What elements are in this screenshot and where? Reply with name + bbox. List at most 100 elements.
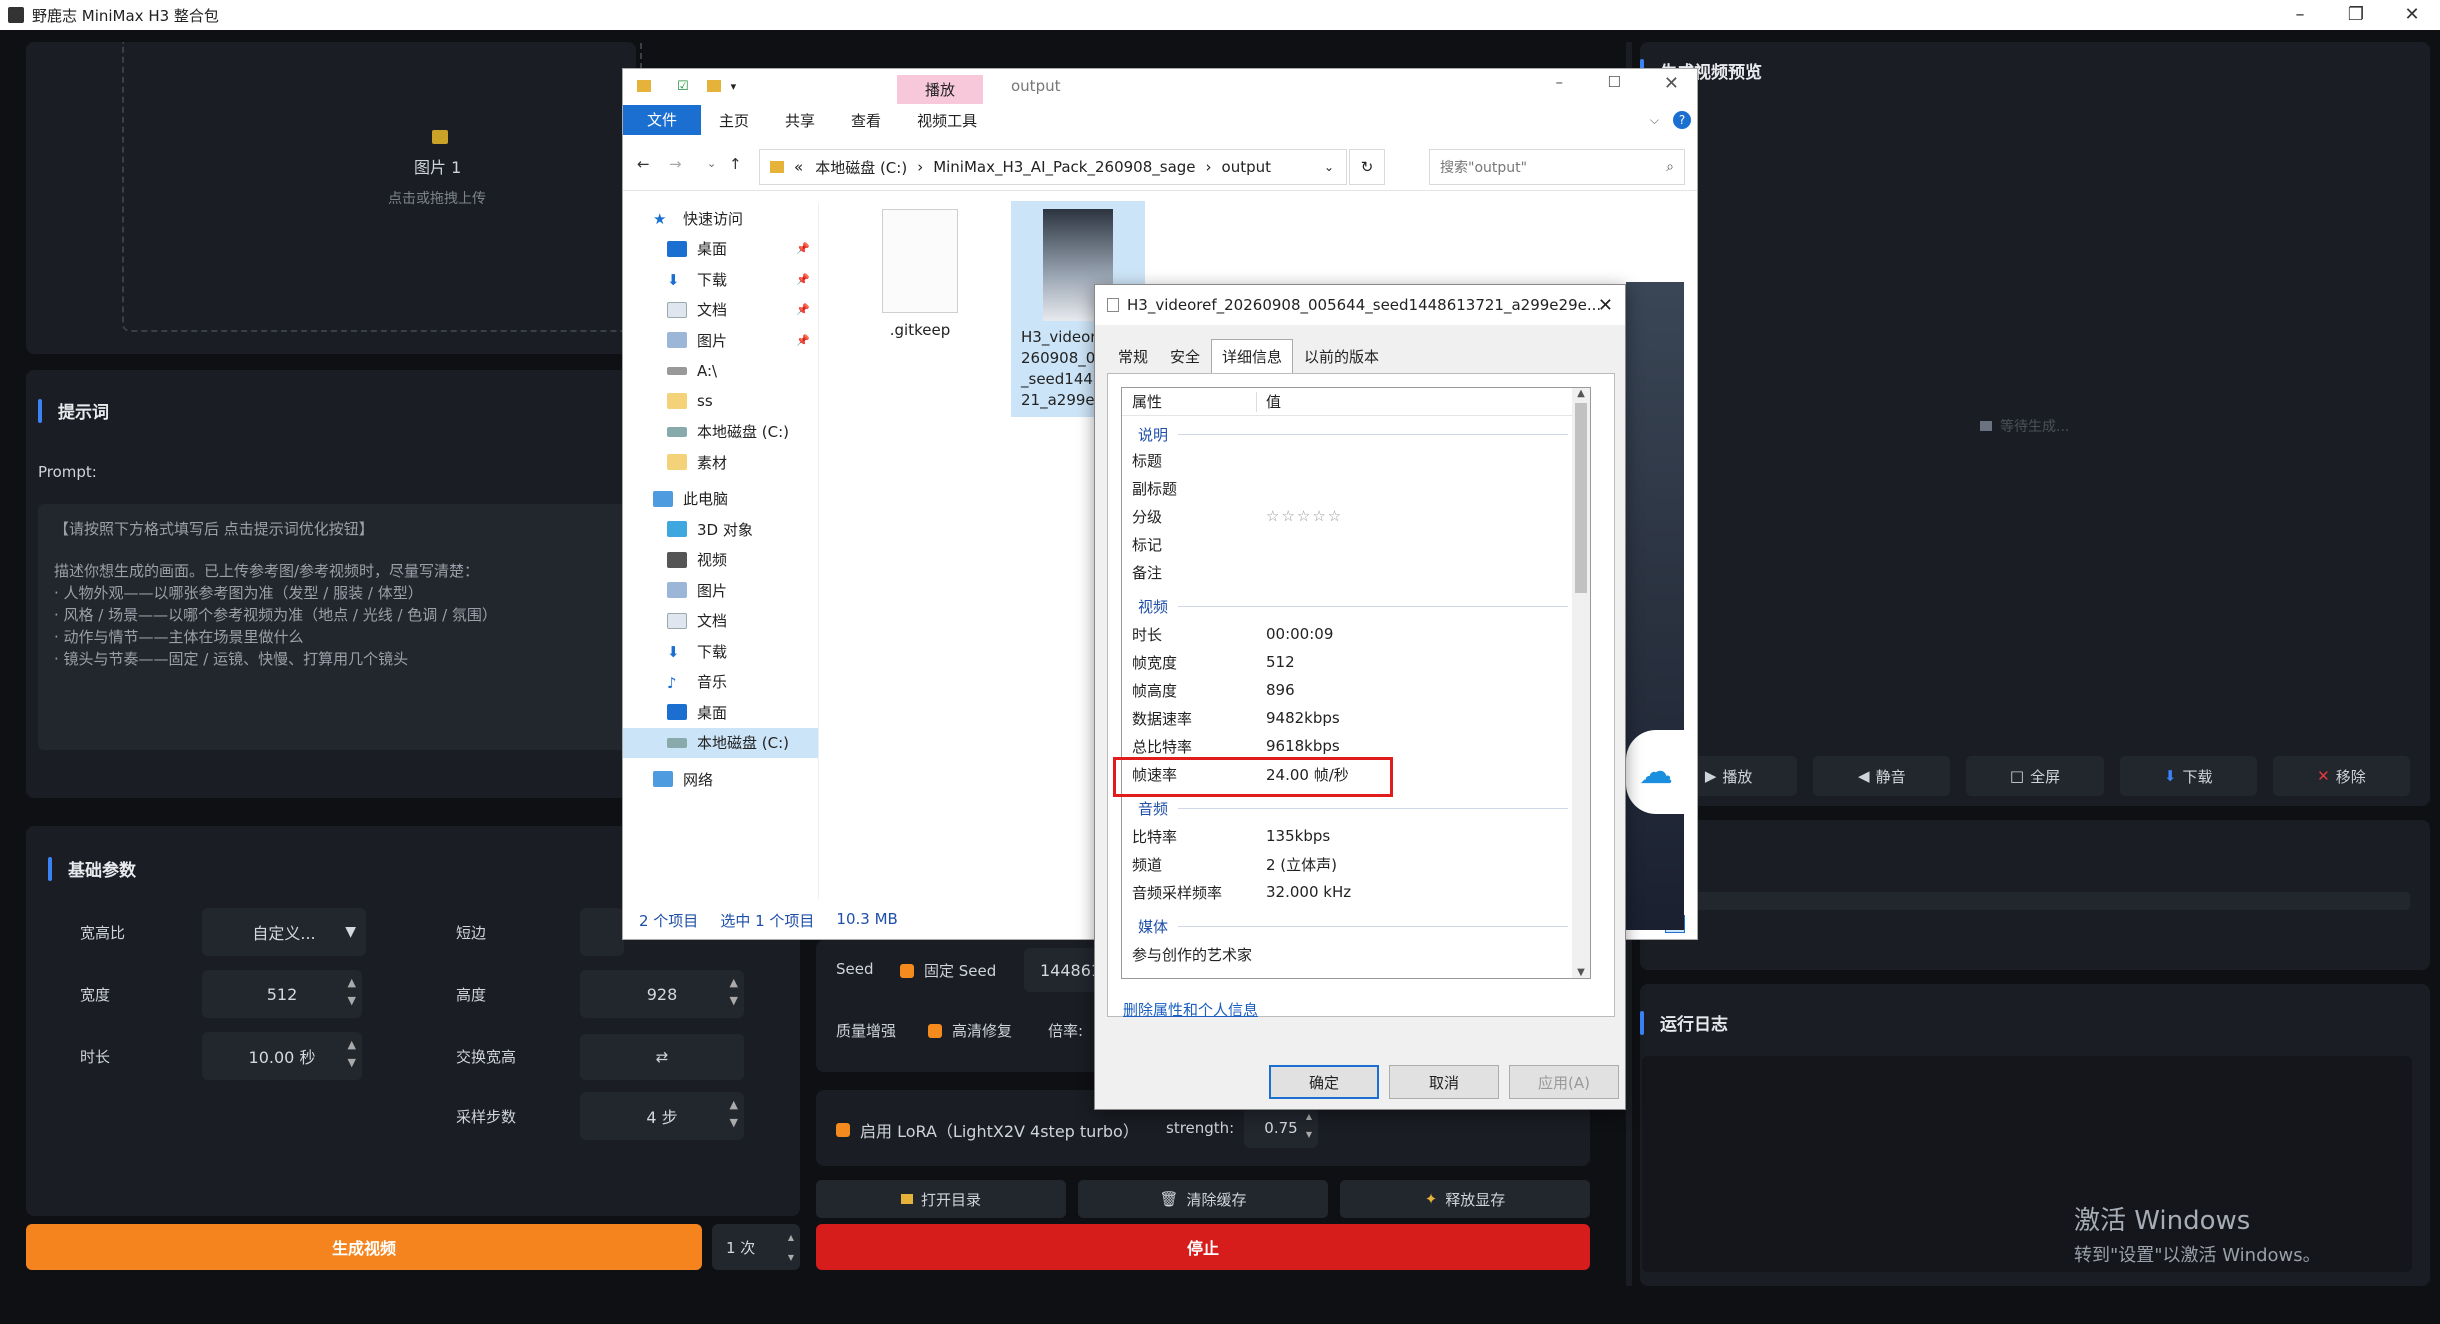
close-button[interactable]: ✕ — [2384, 0, 2440, 30]
upload-dropzone[interactable]: 图片 1 点击或拖拽上传 — [122, 42, 642, 332]
generate-video-button[interactable]: 生成视频 — [26, 1224, 702, 1270]
address-bar[interactable]: « 本地磁盘 (C:) › MiniMax_H3_AI_Pack_260908_s… — [759, 149, 1347, 185]
chevron-down-icon[interactable]: ⌄ — [1324, 160, 1334, 174]
duration-stepper[interactable]: ▲ ▼ — [348, 1036, 356, 1072]
steps-stepper[interactable]: ▲ ▼ — [730, 1096, 738, 1132]
nav-item[interactable]: 本地磁盘 (C:) — [623, 727, 818, 758]
recent-dropdown-icon[interactable]: ⌄ — [707, 157, 716, 170]
nav-item[interactable]: 视频 — [623, 545, 818, 576]
ribbon-tab-view[interactable]: 查看 — [833, 110, 899, 131]
duration-input[interactable]: 10.00 秒 ▲ ▼ — [202, 1032, 362, 1080]
seed-input[interactable]: 144861 — [1024, 948, 1101, 992]
properties-icon[interactable]: ☑ — [677, 79, 689, 94]
checkbox-checked-icon — [928, 1023, 942, 1038]
maximize-button[interactable]: ❐ — [2328, 0, 2384, 30]
breadcrumb-item[interactable]: MiniMax_H3_AI_Pack_260908_sage — [933, 158, 1195, 176]
nav-item[interactable]: 本地磁盘 (C:) — [623, 417, 818, 448]
minimize-button[interactable]: – — [1556, 73, 1564, 91]
nav-item[interactable]: ♪ 音乐 — [623, 667, 818, 698]
lora-checkbox[interactable]: 启用 LoRA（LightX2V 4step turbo） — [836, 1118, 1139, 1142]
close-button[interactable]: ✕ — [1664, 73, 1679, 94]
tab-details[interactable]: 详细信息 — [1211, 339, 1294, 374]
nav-item[interactable]: 桌面 📌 — [623, 234, 818, 265]
generate-count-input[interactable]: 1 次 ▲ ▼ — [712, 1224, 800, 1270]
nav-item[interactable]: 文档 📌 — [623, 295, 818, 326]
new-folder-icon[interactable] — [706, 80, 721, 92]
qat-play-tab[interactable]: 播放 — [897, 75, 984, 104]
strength-input[interactable]: 0.75 ▲ ▼ — [1244, 1108, 1318, 1148]
short-side-label: 短边 — [456, 924, 487, 942]
nav-quick-access[interactable]: ★ 快速访问 — [623, 203, 818, 234]
width-stepper[interactable]: ▲ ▼ — [348, 974, 356, 1010]
steps-input[interactable]: 4 步 ▲ ▼ — [580, 1092, 744, 1140]
fullscreen-button[interactable]: □ 全屏 — [1966, 756, 2104, 796]
tab-general[interactable]: 常规 — [1107, 339, 1159, 374]
search-input[interactable]: 搜索"output" ⌕ — [1429, 149, 1685, 185]
ok-button[interactable]: 确定 — [1269, 1065, 1379, 1099]
remove-properties-link[interactable]: 删除属性和个人信息 — [1123, 999, 1258, 1020]
pictures-icon — [667, 582, 687, 599]
forward-icon[interactable]: → — [669, 155, 682, 173]
document-icon — [667, 301, 687, 318]
swap-dimensions-button[interactable]: ⇄ — [580, 1034, 744, 1080]
video-icon — [667, 551, 687, 568]
group-video: 视频 — [1138, 596, 1568, 617]
minimize-button[interactable]: – — [2272, 0, 2328, 30]
download-button[interactable]: ⬇ 下载 — [2119, 756, 2257, 796]
nav-item[interactable]: 图片 📌 — [623, 325, 818, 356]
nav-item[interactable]: A:\ — [623, 356, 818, 387]
nav-item[interactable]: 素材 — [623, 447, 818, 478]
remove-button[interactable]: ✕ 移除 — [2272, 756, 2411, 796]
nav-item[interactable]: 图片 — [623, 575, 818, 606]
help-icon[interactable]: ? — [1673, 111, 1691, 129]
aspect-select[interactable]: 自定义... ▼ — [202, 908, 366, 956]
fixed-seed-checkbox[interactable]: 固定 Seed — [900, 960, 996, 981]
navigation-pane: ★ 快速访问 桌面 📌 ⬇ 下载 📌 文档 📌 图片 📌 A:\ ss 本地磁盘 (C:) … — [623, 203, 819, 899]
ribbon-tab-share[interactable]: 共享 — [767, 110, 833, 131]
nav-item[interactable]: 文档 — [623, 606, 818, 637]
up-icon[interactable]: ↑ — [729, 155, 742, 173]
rating-stars[interactable]: ☆☆☆☆☆ — [1266, 507, 1343, 525]
scrollbar-thumb[interactable] — [1575, 403, 1587, 593]
breadcrumb-item[interactable]: 本地磁盘 (C:) — [815, 157, 907, 178]
clear-cache-button[interactable]: 🗑 清除缓存 — [1078, 1180, 1328, 1218]
stop-button[interactable]: 停止 — [816, 1224, 1590, 1270]
file-item-gitkeep[interactable]: .gitkeep — [863, 209, 977, 339]
property-row: 音频采样频率 32.000 kHz — [1132, 883, 1352, 902]
breadcrumb-item[interactable]: output — [1222, 158, 1271, 176]
mute-button[interactable]: ◀ 静音 — [1813, 756, 1951, 796]
height-input[interactable]: 928 ▲ ▼ — [580, 970, 744, 1018]
nav-item[interactable]: 3D 对象 — [623, 514, 818, 545]
ribbon-tab-home[interactable]: 主页 — [701, 110, 767, 131]
height-stepper[interactable]: ▲ ▼ — [730, 974, 738, 1010]
tab-previous-versions[interactable]: 以前的版本 — [1293, 339, 1390, 374]
nav-item[interactable]: ⬇ 下载 📌 — [623, 264, 818, 295]
property-list[interactable]: 属性 值 说明 标题 副标题 分级 ☆☆☆☆☆ 标记 备注 视频 时长 00:00:… — [1121, 387, 1591, 979]
property-row: 帧宽度 512 — [1132, 653, 1295, 672]
free-vram-button[interactable]: ✦ 释放显存 — [1340, 1180, 1590, 1218]
ribbon-tab-file[interactable]: 文件 — [623, 105, 702, 135]
short-side-input[interactable] — [580, 908, 624, 956]
maximize-button[interactable]: ☐ — [1608, 73, 1621, 91]
ribbon-expand-icon[interactable]: ⌵ — [1632, 113, 1677, 128]
list-scrollbar[interactable]: ▲ ▼ — [1572, 388, 1590, 978]
nav-item[interactable]: ⬇ 下载 — [623, 636, 818, 667]
nav-network[interactable]: 网络 — [623, 764, 818, 795]
ribbon-tab-video-tools[interactable]: 视频工具 — [899, 110, 995, 131]
nav-item[interactable]: 桌面 — [623, 697, 818, 728]
refresh-button[interactable]: ↻ — [1349, 149, 1385, 185]
strength-stepper[interactable]: ▲ ▼ — [1306, 1108, 1312, 1144]
count-stepper[interactable]: ▲ ▼ — [788, 1228, 794, 1268]
width-input[interactable]: 512 ▲ ▼ — [202, 970, 362, 1018]
cancel-button[interactable]: 取消 — [1389, 1065, 1499, 1099]
qat-dropdown-icon[interactable]: ▾ — [731, 80, 737, 93]
open-dir-button[interactable]: 打开目录 — [816, 1180, 1066, 1218]
nav-item[interactable]: ss — [623, 386, 818, 417]
tab-security[interactable]: 安全 — [1159, 339, 1211, 374]
apply-button[interactable]: 应用(A) — [1509, 1065, 1619, 1099]
close-button[interactable]: ✕ — [1598, 295, 1613, 316]
nav-this-pc[interactable]: 此电脑 — [623, 484, 818, 515]
back-icon[interactable]: ← — [637, 155, 650, 173]
hd-fix-checkbox[interactable]: 高清修复 — [928, 1020, 1012, 1041]
prompt-textarea[interactable]: 【请按照下方格式填写后 点击提示词优化按钮】 描述你想生成的画面。已上传参考图/… — [38, 504, 638, 750]
